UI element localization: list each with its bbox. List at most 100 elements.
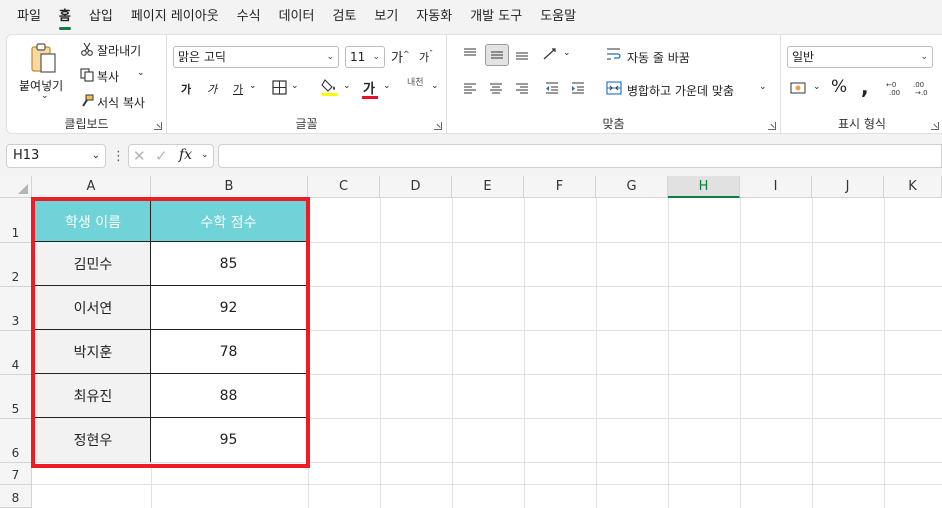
name-box[interactable]: H13 ⌄	[6, 144, 106, 168]
format-painter-button[interactable]: 서식 복사	[97, 94, 145, 111]
column-header-i[interactable]: I	[740, 176, 812, 198]
svg-text:→.0: →.0	[915, 89, 928, 97]
font-color-button[interactable]: 가	[363, 78, 375, 97]
paste-icon[interactable]	[27, 41, 61, 77]
menu-data[interactable]: 데이터	[270, 0, 324, 34]
number-launcher-icon[interactable]	[931, 122, 939, 130]
merge-center-chevron-icon[interactable]: ⌄	[759, 82, 767, 92]
font-name-select[interactable]: 맑은 고딕 ⌄	[173, 46, 339, 68]
select-all-button[interactable]	[0, 176, 32, 198]
menu-page-layout[interactable]: 페이지 레이아웃	[122, 0, 228, 34]
menu-review[interactable]: 검토	[323, 0, 365, 34]
phonetic-chevron-icon[interactable]: ⌄	[431, 81, 439, 91]
align-center-icon[interactable]	[487, 79, 505, 97]
wrap-text-icon	[605, 45, 623, 63]
copy-icon	[79, 67, 95, 83]
wrap-text-button[interactable]: 자동 줄 바꿈	[627, 49, 690, 66]
menu-help[interactable]: 도움말	[531, 0, 585, 34]
row-number: 6	[11, 446, 20, 460]
column-header-g[interactable]: G	[596, 176, 668, 198]
underline-chevron-icon[interactable]: ⌄	[249, 81, 257, 91]
number-group-label: 표시 형식	[838, 117, 886, 131]
row-header-5[interactable]: 5	[0, 375, 32, 419]
column-header-k[interactable]: K	[884, 176, 942, 198]
font-size-select[interactable]: 11 ⌄	[345, 46, 385, 68]
fill-color-chevron-icon[interactable]: ⌄	[343, 81, 351, 91]
menu-insert[interactable]: 삽입	[80, 0, 122, 34]
column-header-f[interactable]: F	[524, 176, 596, 198]
column-header-a[interactable]: A	[32, 176, 151, 198]
row-header-2[interactable]: 2	[0, 243, 32, 287]
column-header-b[interactable]: B	[151, 176, 308, 198]
paste-dropdown-chevron-icon[interactable]: ⌄	[41, 91, 49, 101]
formula-expand-chevron-icon[interactable]: ⌄	[201, 150, 209, 160]
menu-home[interactable]: 홈	[50, 0, 80, 34]
alignment-launcher-icon[interactable]	[768, 122, 776, 130]
scissors-icon	[79, 41, 95, 57]
bold-button[interactable]: 가	[181, 81, 191, 97]
font-group-label: 글꼴	[295, 117, 318, 131]
insert-function-icon[interactable]: fx	[179, 147, 192, 163]
number-format-chevron-icon: ⌄	[920, 52, 928, 62]
number-format-select[interactable]: 일반 ⌄	[787, 46, 933, 68]
fill-color-icon[interactable]	[321, 77, 339, 97]
align-right-icon[interactable]	[513, 79, 531, 97]
increase-decimal-icon[interactable]: ←0.00	[885, 79, 905, 97]
column-header-c[interactable]: C	[308, 176, 380, 198]
more-options-icon[interactable]: ⋮	[112, 149, 125, 164]
menu-developer[interactable]: 개발 도구	[461, 0, 531, 34]
borders-icon[interactable]	[271, 79, 287, 95]
row-header-4[interactable]: 4	[0, 331, 32, 375]
phonetic-button[interactable]: 내천	[407, 79, 424, 88]
formula-buttons: ✕ ✓ fx ⌄	[128, 144, 214, 168]
menu-formulas[interactable]: 수식	[228, 0, 270, 34]
svg-text:←0: ←0	[886, 81, 896, 89]
align-middle-icon[interactable]	[485, 44, 509, 66]
row-header-7[interactable]: 7	[0, 463, 32, 485]
orientation-icon[interactable]	[541, 45, 559, 63]
font-launcher-icon[interactable]	[434, 122, 442, 130]
merge-center-button[interactable]: 병합하고 가운데 맞춤	[627, 82, 734, 99]
grid-line	[32, 484, 942, 485]
copy-button[interactable]: 복사	[97, 68, 119, 85]
clipboard-launcher-icon[interactable]	[154, 122, 162, 130]
italic-button[interactable]: 가	[207, 81, 217, 97]
decrease-decimal-icon[interactable]: .00 →.0	[911, 79, 933, 97]
menu-automate[interactable]: 자동화	[407, 0, 461, 34]
shrink-font-button[interactable]: 가ˇ	[419, 49, 433, 65]
font-name-value: 맑은 고딕	[178, 50, 226, 64]
underline-button[interactable]: 가	[233, 81, 243, 97]
copy-dropdown-chevron-icon[interactable]: ⌄	[137, 68, 145, 78]
menu-view[interactable]: 보기	[365, 0, 407, 34]
menu-file[interactable]: 파일	[8, 0, 50, 34]
decrease-indent-icon[interactable]	[543, 79, 561, 97]
font-color-chevron-icon[interactable]: ⌄	[383, 81, 391, 91]
format-painter-icon	[79, 93, 95, 109]
grow-font-button[interactable]: 가^	[391, 47, 410, 66]
confirm-entry-icon[interactable]: ✓	[155, 147, 168, 165]
column-header-h[interactable]: H	[668, 176, 740, 198]
percent-style-icon[interactable]: %	[831, 77, 847, 97]
column-header-e[interactable]: E	[452, 176, 524, 198]
cancel-entry-icon[interactable]: ✕	[133, 147, 146, 165]
accounting-chevron-icon[interactable]: ⌄	[813, 82, 821, 92]
column-header-d[interactable]: D	[380, 176, 452, 198]
worksheet-grid[interactable]: A B C D E F G H I J K 1 2 3 4 5 6 7 8 학생…	[0, 176, 942, 508]
row-header-8[interactable]: 8	[0, 485, 32, 508]
comma-style-icon[interactable]: ,	[861, 75, 869, 99]
column-header-j[interactable]: J	[812, 176, 884, 198]
align-left-icon[interactable]	[461, 79, 479, 97]
svg-text:.00: .00	[913, 81, 924, 89]
row-header-6[interactable]: 6	[0, 419, 32, 463]
align-bottom-icon[interactable]	[513, 45, 531, 63]
borders-chevron-icon[interactable]: ⌄	[291, 81, 299, 91]
row-header-1[interactable]: 1	[0, 198, 32, 243]
menu-bar: 파일 홈 삽입 페이지 레이아웃 수식 데이터 검토 보기 자동화 개발 도구 …	[0, 0, 942, 34]
row-header-3[interactable]: 3	[0, 287, 32, 331]
formula-input[interactable]	[218, 144, 942, 168]
increase-indent-icon[interactable]	[569, 79, 587, 97]
orientation-chevron-icon[interactable]: ⌄	[563, 48, 571, 58]
align-top-icon[interactable]	[461, 45, 479, 63]
cut-button[interactable]: 잘라내기	[97, 42, 141, 59]
accounting-format-icon[interactable]	[789, 80, 809, 96]
